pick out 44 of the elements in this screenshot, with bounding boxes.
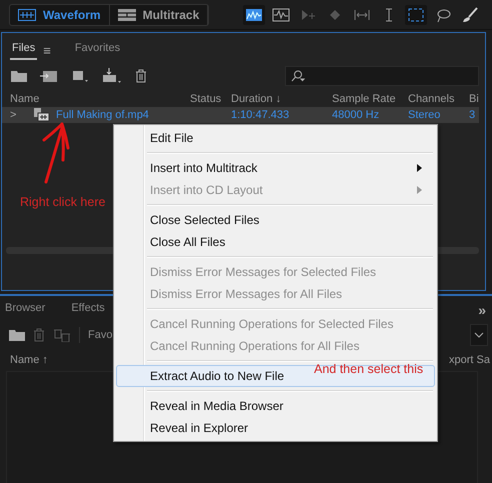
menu-item[interactable]: Edit File: [116, 127, 435, 149]
menu-item[interactable]: Insert into Multitrack: [116, 157, 435, 179]
table-cell-text: 48000 Hz: [332, 109, 380, 121]
column-header[interactable]: Bi: [469, 93, 485, 105]
column-header[interactable]: xport Sa: [449, 354, 490, 366]
annotation-text: And then select this: [314, 362, 424, 376]
panel-tab[interactable]: Effects: [69, 300, 107, 320]
panel-tab[interactable]: Files: [10, 40, 38, 60]
column-header[interactable]: Sample Rate: [332, 93, 408, 105]
table-cell-text: 3: [469, 109, 476, 121]
mode-tab[interactable]: Multitrack: [110, 4, 208, 24]
search-icon: [290, 70, 306, 82]
multitrack-view-icon: [118, 8, 136, 20]
column-header[interactable]: Name: [10, 93, 190, 105]
waveform-view-icon: [18, 8, 36, 20]
export-icon[interactable]: [102, 68, 122, 84]
panel-tab[interactable]: Browser: [3, 300, 48, 320]
video-file-icon: [34, 108, 50, 122]
panel-menu-icon[interactable]: ≡: [43, 42, 51, 58]
expand-arrow[interactable]: >: [10, 109, 34, 121]
column-header[interactable]: Duration ↓: [231, 93, 332, 105]
import-icon[interactable]: [40, 69, 58, 83]
marquee-icon[interactable]: [405, 4, 428, 24]
menu-item[interactable]: Reveal in Explorer: [116, 417, 435, 439]
spectrum-icon[interactable]: [243, 4, 266, 24]
panel-tab[interactable]: Favorites: [72, 40, 122, 60]
menu-item[interactable]: Reveal in Media Browser: [116, 395, 435, 417]
menu-item[interactable]: Close All Files: [116, 231, 435, 253]
favorites-label: Favo: [88, 329, 112, 341]
column-header[interactable]: Status: [190, 93, 231, 105]
search-field[interactable]: [285, 66, 479, 86]
annotation-text: Right click here: [20, 195, 106, 209]
table-cell-text: 1:10:47.433: [231, 109, 290, 121]
column-header[interactable]: Channels: [408, 93, 469, 105]
folder-icon[interactable]: [11, 70, 27, 82]
folder-icon[interactable]: [9, 329, 25, 341]
file-name: Full Making of.mp4: [56, 109, 149, 121]
menu-item[interactable]: Close Selected Files: [116, 209, 435, 231]
column-header[interactable]: Name ↑: [10, 354, 48, 366]
new-file-icon[interactable]: [71, 69, 89, 83]
more-panels-icon[interactable]: »: [478, 302, 486, 318]
file-row[interactable]: > Full Making of.mp4 1:10:47.433 48000 Hz Stereo 3: [2, 107, 479, 123]
mode-tab[interactable]: Waveform: [10, 4, 110, 24]
table-cell-text: Stereo: [408, 109, 442, 121]
